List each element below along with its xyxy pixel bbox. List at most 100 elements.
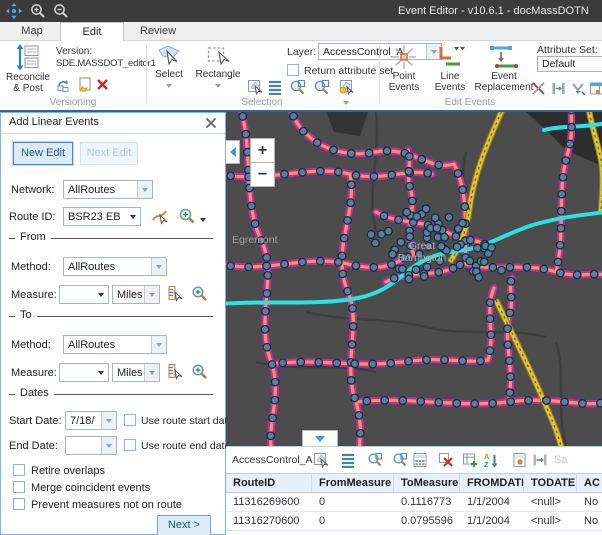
from-zoom-icon[interactable] xyxy=(191,285,208,302)
next-button[interactable]: Next > xyxy=(157,515,211,535)
collapse-panel-button[interactable] xyxy=(226,140,240,164)
layer-label: Layer: xyxy=(287,46,316,58)
column-header[interactable]: AC xyxy=(577,474,602,492)
column-header[interactable]: FromMeasure xyxy=(312,474,394,492)
tab-review[interactable]: Review xyxy=(128,22,188,40)
network-dropdown-arrow[interactable] xyxy=(137,181,152,198)
to-measure-on-map-icon[interactable] xyxy=(167,363,184,380)
network-dropdown[interactable]: AllRoutes xyxy=(63,180,153,199)
selection-group-label: Selection xyxy=(146,97,378,108)
use-route-end-date-label: Use route end date xyxy=(141,440,230,452)
chevron-down-icon xyxy=(215,84,221,91)
from-measure-combo[interactable] xyxy=(59,285,109,304)
table-save-label[interactable]: Sa xyxy=(554,454,567,466)
delete-version-icon[interactable] xyxy=(96,78,109,91)
chevron-down-icon[interactable] xyxy=(200,218,206,225)
split-event-icon[interactable] xyxy=(531,81,546,96)
from-units-dropdown-arrow[interactable] xyxy=(144,286,159,303)
tab-edit[interactable]: Edit xyxy=(60,22,124,41)
map-zoom-in-button[interactable]: + xyxy=(250,138,275,163)
rectangle-tool-button[interactable]: Rectangle xyxy=(193,44,243,94)
tab-map[interactable]: Map xyxy=(8,22,56,40)
selection-list-icon[interactable] xyxy=(267,79,283,95)
add-linear-events-panel: Add Linear Events New Edit Next Edit Net… xyxy=(0,112,226,535)
attribute-set-dropdown[interactable]: Default xyxy=(537,56,602,72)
map-canvas[interactable]: Egremont Great Barrington + − xyxy=(226,112,602,446)
table-zoom-selected-icon[interactable] xyxy=(367,452,383,468)
select-features-icon[interactable] xyxy=(247,79,263,95)
cell-accesscontrol: No xyxy=(577,493,602,511)
table-clear-selection-icon[interactable] xyxy=(438,452,454,468)
select-tool-button[interactable]: Select xyxy=(149,44,189,94)
chevron-down-icon xyxy=(149,293,155,300)
to-zoom-icon[interactable] xyxy=(191,363,208,380)
start-date-dropdown-arrow[interactable] xyxy=(101,412,116,429)
route-id-label: Route ID: xyxy=(9,211,55,223)
table-calculate-icon[interactable] xyxy=(412,452,428,468)
merge-coincident-events-checkbox[interactable] xyxy=(13,481,25,493)
title-bar: Event Editor - v10.6.1 - docMassDOTN xyxy=(0,0,602,22)
table-pan-selected-icon[interactable] xyxy=(392,452,408,468)
prevent-measures-checkbox[interactable] xyxy=(13,498,25,510)
end-date-combo[interactable] xyxy=(65,436,117,455)
pan-to-selection-icon[interactable] xyxy=(313,79,330,96)
dates-section-divider: Dates xyxy=(9,394,213,395)
reconcile-post-button[interactable]: Reconcile & Post xyxy=(3,44,53,94)
line-events-icon xyxy=(435,44,465,70)
to-units-dropdown-arrow[interactable] xyxy=(144,364,159,381)
close-icon[interactable] xyxy=(205,117,217,129)
next-edit-button[interactable]: Next Edit xyxy=(80,142,138,165)
end-date-dropdown-arrow[interactable] xyxy=(101,437,116,454)
to-method-dropdown-arrow[interactable] xyxy=(151,336,166,353)
return-attribute-set-checkbox[interactable] xyxy=(287,64,299,76)
to-units-dropdown[interactable]: Miles xyxy=(112,363,160,382)
cell-todate: <null> xyxy=(524,512,577,530)
start-date-label: Start Date: xyxy=(9,415,62,427)
column-header[interactable]: FROMDATE xyxy=(460,474,524,492)
move-event-icon[interactable] xyxy=(551,81,566,96)
column-header[interactable]: ToMeasure xyxy=(394,474,460,492)
table-sort-icon[interactable]: A Z xyxy=(483,452,499,468)
from-measure-on-map-icon[interactable] xyxy=(167,285,184,302)
select-route-on-map-icon[interactable] xyxy=(151,207,169,225)
table-identify-icon[interactable] xyxy=(512,452,528,468)
new-version-icon[interactable] xyxy=(76,77,91,92)
new-edit-button[interactable]: New Edit xyxy=(13,142,73,165)
from-units-dropdown[interactable]: Miles xyxy=(112,285,160,304)
start-date-combo[interactable]: 7/18/ xyxy=(65,411,117,430)
use-route-end-date-checkbox[interactable] xyxy=(124,439,136,451)
zoom-to-selection-icon[interactable] xyxy=(289,79,306,96)
from-method-value: AllRoutes xyxy=(64,261,151,273)
selectable-layers-icon[interactable] xyxy=(338,79,354,95)
collapse-table-button[interactable] xyxy=(302,430,338,446)
reconcile-icon[interactable] xyxy=(56,77,71,92)
use-route-start-date-checkbox[interactable] xyxy=(124,414,136,426)
pan-icon[interactable] xyxy=(6,3,22,19)
event-replacement-button[interactable]: Event Replacement xyxy=(473,44,535,93)
from-method-dropdown[interactable]: AllRoutes xyxy=(63,257,167,276)
to-method-dropdown[interactable]: AllRoutes xyxy=(63,335,167,354)
map-zoom-out-button[interactable]: − xyxy=(250,162,275,187)
route-id-dropdown[interactable]: BSR23 EB xyxy=(63,207,141,226)
table-select-icon[interactable] xyxy=(313,452,329,468)
table-add-record-icon[interactable] xyxy=(462,452,478,468)
table-row[interactable]: 11316269600 0 0.1116773 1/1/2004 <null> … xyxy=(226,493,602,512)
chevron-down-icon xyxy=(156,343,162,350)
column-header[interactable]: TODATE xyxy=(524,474,577,492)
snap-event-icon[interactable] xyxy=(571,81,586,96)
zoom-in-icon[interactable] xyxy=(30,3,46,19)
retire-overlaps-checkbox[interactable] xyxy=(13,464,25,476)
chevron-down-icon xyxy=(98,371,104,378)
table-toolbar: AccessControl_A xyxy=(226,447,602,473)
table-row[interactable]: 11316270600 0 0.0795596 1/1/2004 <null> … xyxy=(226,512,602,531)
column-header[interactable]: RouteID xyxy=(226,474,312,492)
table-move-icon[interactable] xyxy=(532,452,548,468)
zoom-to-route-icon[interactable] xyxy=(178,207,196,225)
zoom-out-icon[interactable] xyxy=(53,3,69,19)
event-window-2-icon[interactable] xyxy=(598,81,602,96)
line-events-button[interactable]: Line Events xyxy=(429,44,471,93)
point-events-button[interactable]: Point Events xyxy=(383,44,425,93)
from-method-dropdown-arrow[interactable] xyxy=(151,258,166,275)
table-list-icon[interactable] xyxy=(340,452,356,468)
to-measure-combo[interactable] xyxy=(59,363,109,382)
